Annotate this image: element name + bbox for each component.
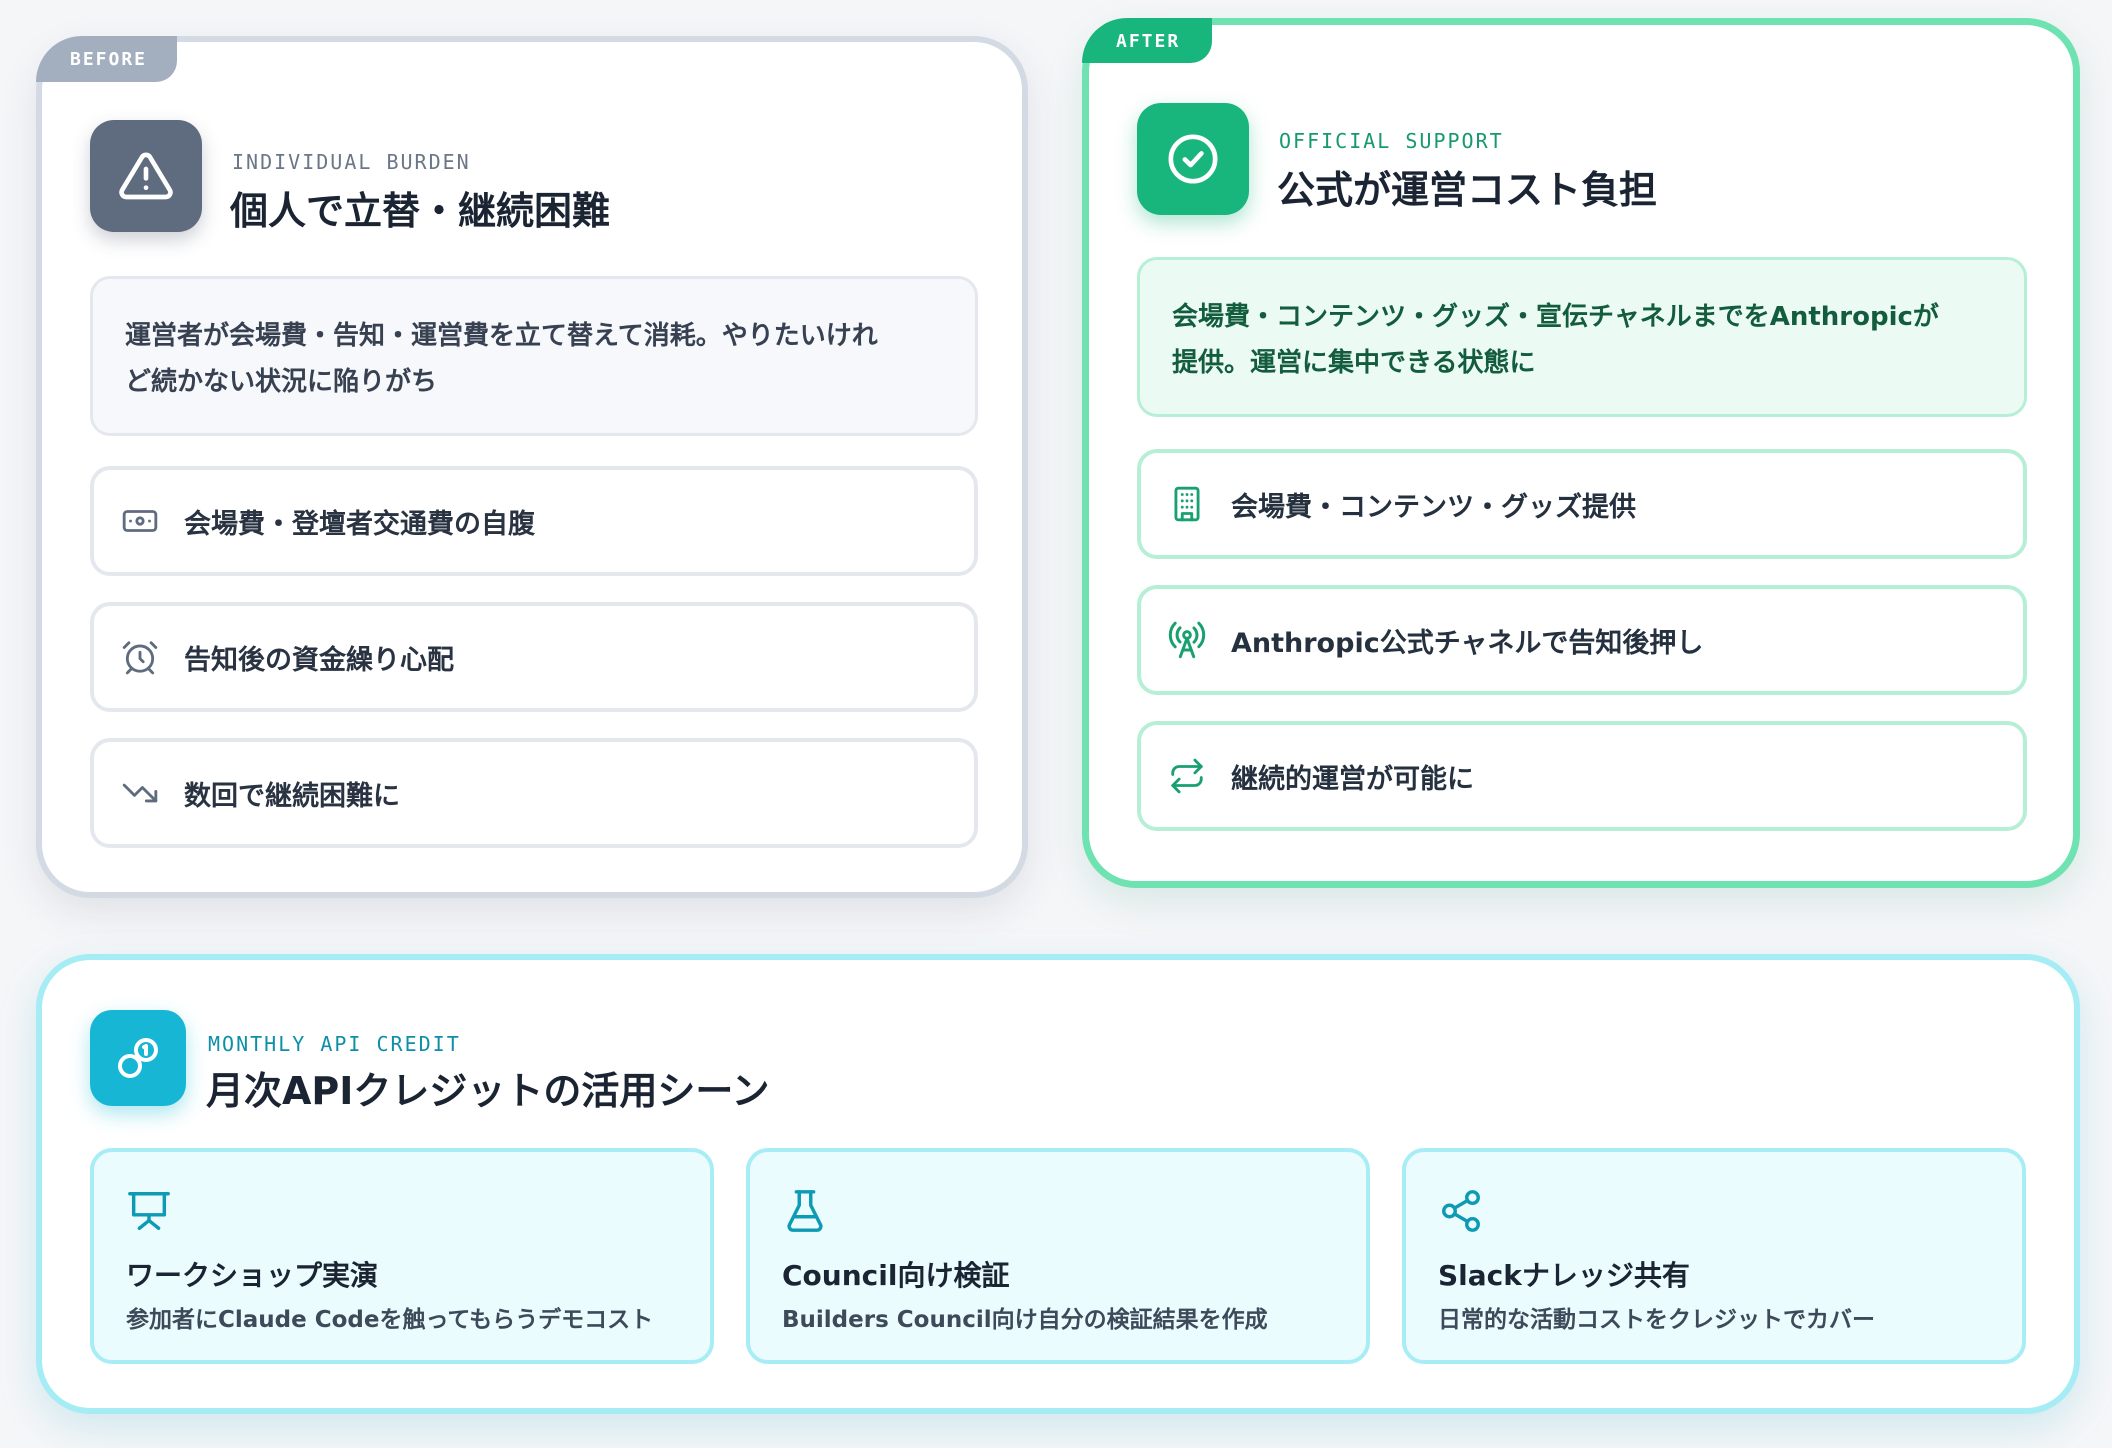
use-case-desc: Builders Council向け自分の検証結果を作成: [782, 1307, 1268, 1333]
trending-down-icon: [120, 773, 160, 813]
use-case-title: Slackナレッジ共有: [1438, 1259, 1690, 1292]
after-title: 公式が運営コスト負担: [1277, 168, 1658, 212]
use-case-title: ワークショップ実演: [126, 1259, 379, 1292]
after-item-provision: 会場費・コンテンツ・グッズ提供: [1137, 449, 2027, 559]
check-circle-icon: [1137, 103, 1249, 215]
after-item-continuity: 継続的運営が可能に: [1137, 721, 2027, 831]
warning-triangle-icon: [90, 120, 202, 232]
before-item-difficulty: 数回で継続困難に: [90, 738, 978, 848]
flask-icon: [782, 1188, 828, 1234]
after-description-line: 提供。運営に集中できる状態に: [1172, 348, 1536, 378]
before-title: 個人で立替・継続困難: [230, 189, 611, 233]
after-card: AFTER OFFICIAL SUPPORT 公式が運営コスト負担 会場費・コン…: [1082, 18, 2080, 888]
use-case-desc: 日常的な活動コストをクレジットでカバー: [1438, 1307, 1875, 1333]
before-item-label: 数回で継続困難に: [184, 780, 400, 812]
before-item-money: 会場費・登壇者交通費の自腹: [90, 466, 978, 576]
after-eyebrow: OFFICIAL SUPPORT: [1279, 129, 1504, 153]
credit-title: 月次APIクレジットの活用シーン: [206, 1069, 770, 1113]
before-description: 運営者が会場費・告知・運営費を立て替えて消耗。やりたいけれ ど続かない状況に陥り…: [90, 276, 978, 436]
after-description: 会場費・コンテンツ・グッズ・宣伝チャネルまでをAnthropicが 提供。運営に…: [1137, 257, 2027, 417]
use-case-council: Council向け検証 Builders Council向け自分の検証結果を作成: [746, 1148, 1370, 1364]
after-item-label: Anthropic公式チャネルで告知後押し: [1231, 627, 1704, 659]
presentation-icon: [126, 1188, 172, 1234]
api-credit-card: MONTHLY API CREDIT 月次APIクレジットの活用シーン ワークシ…: [36, 954, 2080, 1414]
use-case-desc: 参加者にClaude Codeを触ってもらうデモコスト: [126, 1307, 654, 1333]
before-description-line: ど続かない状況に陥りがち: [125, 367, 438, 397]
after-tag: AFTER: [1082, 18, 1213, 63]
after-item-announce: Anthropic公式チャネルで告知後押し: [1137, 585, 2027, 695]
before-tag: BEFORE: [36, 36, 178, 82]
credit-eyebrow: MONTHLY API CREDIT: [208, 1032, 461, 1056]
use-case-workshop: ワークショップ実演 参加者にClaude Codeを触ってもらうデモコスト: [90, 1148, 714, 1364]
before-item-funding: 告知後の資金繰り心配: [90, 602, 978, 712]
before-item-label: 会場費・登壇者交通費の自腹: [184, 508, 535, 540]
repeat-icon: [1167, 756, 1207, 796]
before-description-line: 運営者が会場費・告知・運営費を立て替えて消耗。やりたいけれ: [125, 321, 878, 351]
before-item-label: 告知後の資金繰り心配: [184, 644, 454, 676]
building-icon: [1167, 484, 1207, 524]
money-icon: [120, 501, 160, 541]
before-eyebrow: INDIVIDUAL BURDEN: [232, 150, 471, 174]
after-description-line: 会場費・コンテンツ・グッズ・宣伝チャネルまでをAnthropicが: [1172, 302, 1939, 332]
use-case-title: Council向け検証: [782, 1259, 1010, 1292]
share-icon: [1438, 1188, 1484, 1234]
after-item-label: 会場費・コンテンツ・グッズ提供: [1231, 491, 1636, 523]
use-case-slack: Slackナレッジ共有 日常的な活動コストをクレジットでカバー: [1402, 1148, 2026, 1364]
broadcast-antenna-icon: [1167, 620, 1207, 660]
after-item-label: 継続的運営が可能に: [1231, 763, 1474, 795]
before-card: BEFORE INDIVIDUAL BURDEN 個人で立替・継続困難 運営者が…: [36, 36, 1028, 898]
alarm-clock-icon: [120, 637, 160, 677]
coins-icon: [90, 1010, 186, 1106]
